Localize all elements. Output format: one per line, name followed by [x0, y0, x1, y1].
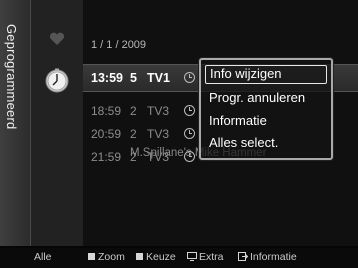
num-text: 2 [130, 127, 137, 141]
time-text: 13:59 [91, 71, 123, 85]
menu-item-alles-select[interactable]: Alles select. [205, 133, 327, 152]
side-tab-label: Geprogrammeerd [4, 24, 19, 130]
time-text: 18:59 [91, 104, 122, 118]
date-text: 1 / 1 / 2009 [91, 39, 147, 51]
clock-icon [184, 105, 195, 116]
channel-text: TV3 [147, 127, 170, 141]
info-icon [238, 252, 249, 261]
bottom-help-bar: Alle Zoom Keuze Extra Informatie [0, 248, 358, 268]
menu-item-info-wijzigen[interactable]: Info wijzigen [205, 65, 327, 84]
alle-label: Alle [34, 251, 52, 263]
date-header: 1 / 1 / 2009 [83, 24, 358, 54]
extra-icon [187, 252, 197, 261]
informatie-hint[interactable]: Informatie [238, 251, 297, 263]
extra-hint[interactable]: Extra [187, 251, 224, 263]
channel-text: TV3 [147, 104, 170, 118]
options-popup-menu: Info wijzigen Progr. annuleren Informati… [199, 58, 333, 160]
clock-icon [184, 72, 195, 83]
time-text: 21:59 [91, 150, 122, 164]
timer-clock-icon [31, 64, 83, 98]
zoom-label: Zoom [98, 251, 125, 263]
keuze-hint[interactable]: Keuze [136, 251, 176, 263]
menu-item-progr-annuleren[interactable]: Progr. annuleren [205, 88, 327, 107]
time-text: 20:59 [91, 127, 122, 141]
num-text: 2 [130, 104, 137, 118]
extra-label: Extra [199, 251, 224, 263]
icon-column [31, 0, 83, 246]
clock-icon [184, 128, 195, 139]
channel-text: TV1 [147, 71, 170, 85]
informatie-label: Informatie [250, 251, 297, 263]
keuze-label: Keuze [146, 251, 176, 263]
menu-item-informatie[interactable]: Informatie [205, 111, 327, 130]
square-icon [88, 253, 95, 260]
zoom-hint[interactable]: Zoom [88, 251, 125, 263]
num-text: 5 [130, 71, 137, 85]
side-tab: Geprogrammeerd [0, 0, 31, 246]
square-icon [136, 253, 143, 260]
scheduled-list-screen: Geprogrammeerd 1 / 1 / 2009 13:59 5 TV1 … [0, 0, 358, 268]
heart-icon [31, 24, 83, 54]
